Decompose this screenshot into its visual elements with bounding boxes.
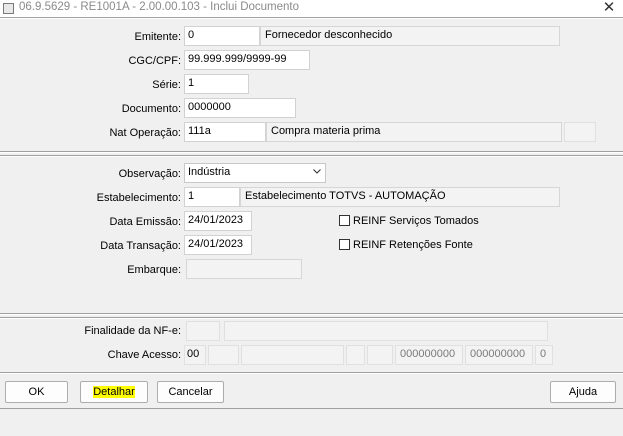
button-bar: OK Detalhar Cancelar Ajuda — [0, 375, 623, 408]
observacao-select[interactable]: Indústria — [184, 163, 326, 183]
nat-operacao-extra — [564, 122, 596, 142]
cgc-cpf-input[interactable]: 99.999.999/9999-99 — [184, 50, 310, 70]
panel-divider — [0, 314, 623, 315]
reinf-retencoes-label: REINF Retenções Fonte — [353, 239, 473, 251]
detalhar-button[interactable]: Detalhar — [80, 381, 148, 403]
estabelecimento-input[interactable]: 1 — [184, 187, 240, 207]
panel-divider — [0, 318, 623, 319]
data-transacao-label: Data Transação: — [100, 240, 181, 252]
close-icon[interactable]: ✕ — [597, 0, 621, 16]
panel-divider — [0, 152, 623, 153]
estabelecimento-description: Estabelecimento TOTVS - AUTOMAÇÃO — [240, 187, 560, 207]
chave-part-5 — [367, 345, 393, 365]
cgc-cpf-label: CGC/CPF: — [128, 55, 181, 67]
data-transacao-input[interactable]: 24/01/2023 — [184, 235, 252, 255]
status-area — [0, 409, 623, 436]
chave-part-8: 0 — [535, 345, 553, 365]
checkbox-box[interactable] — [339, 215, 350, 226]
chave-part-2 — [208, 345, 239, 365]
app-icon — [3, 3, 14, 14]
reinf-servicos-checkbox[interactable]: REINF Serviços Tomados — [339, 215, 479, 227]
panel-divider — [0, 18, 623, 19]
serie-input[interactable]: 1 — [184, 74, 249, 94]
reinf-retencoes-checkbox[interactable]: REINF Retenções Fonte — [339, 239, 473, 251]
chave-part-1: 00 — [184, 345, 206, 365]
embarque-field — [186, 259, 302, 279]
data-emissao-input[interactable]: 24/01/2023 — [184, 211, 252, 231]
finalidade-code — [186, 321, 220, 341]
finalidade-nfe-label: Finalidade da NF-e: — [84, 325, 181, 337]
emitente-input[interactable]: 0 — [184, 26, 260, 46]
observacao-label: Observação: — [118, 168, 181, 180]
finalidade-description — [224, 321, 548, 341]
ok-button[interactable]: OK — [5, 381, 68, 403]
embarque-label: Embarque: — [127, 264, 181, 276]
chave-part-3 — [241, 345, 344, 365]
panel-divider — [0, 373, 623, 374]
ajuda-button[interactable]: Ajuda — [550, 381, 616, 403]
panel-divider — [0, 156, 623, 157]
serie-label: Série: — [152, 79, 181, 91]
nat-operacao-description: Compra materia prima — [266, 122, 562, 142]
ok-button-label: OK — [28, 386, 45, 398]
emitente-label: Emitente: — [134, 31, 181, 43]
chave-part-4 — [346, 345, 365, 365]
emitente-description: Fornecedor desconhecido — [260, 26, 560, 46]
nat-operacao-input[interactable]: 111a — [184, 122, 266, 142]
chave-part-6: 000000000 — [395, 345, 463, 365]
documento-input[interactable]: 0000000 — [184, 98, 296, 118]
detalhar-button-label: Detalhar — [93, 386, 135, 398]
cancelar-button[interactable]: Cancelar — [157, 381, 224, 403]
ajuda-button-label: Ajuda — [568, 386, 598, 398]
chevron-down-icon — [313, 169, 321, 174]
title-bar: 06.9.5629 - RE1001A - 2.00.00.103 - Incl… — [0, 0, 623, 17]
checkbox-box[interactable] — [339, 239, 350, 250]
estabelecimento-label: Estabelecimento: — [96, 192, 181, 204]
reinf-servicos-label: REINF Serviços Tomados — [353, 215, 479, 227]
cancelar-button-label: Cancelar — [168, 386, 213, 398]
data-emissao-label: Data Emissão: — [109, 216, 181, 228]
chave-part-7: 000000000 — [465, 345, 533, 365]
observacao-value: Indústria — [188, 166, 231, 178]
nat-operacao-label: Nat Operação: — [109, 127, 181, 139]
chave-acesso-label: Chave Acesso: — [107, 349, 181, 361]
documento-label: Documento: — [121, 103, 181, 115]
window-title: 06.9.5629 - RE1001A - 2.00.00.103 - Incl… — [19, 1, 300, 13]
